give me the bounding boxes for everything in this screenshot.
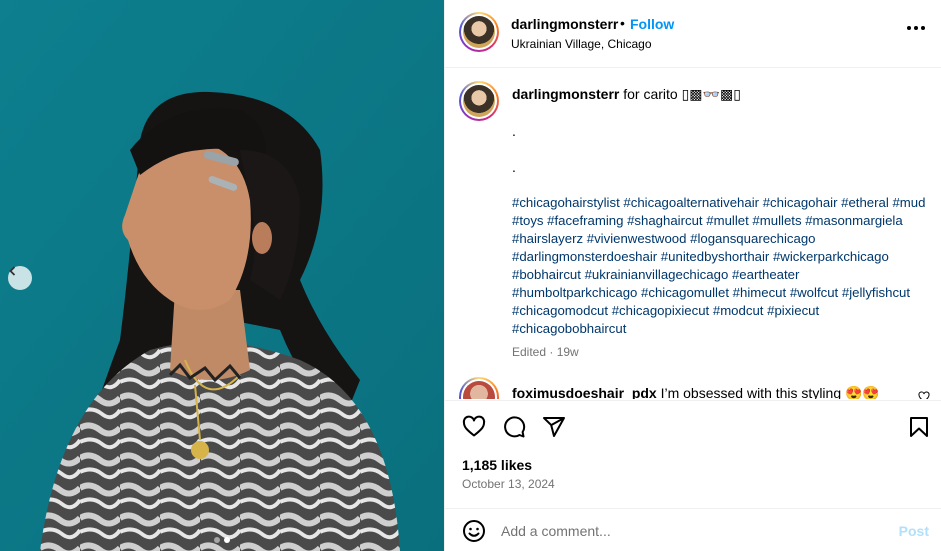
emoji-icon[interactable] <box>462 519 486 543</box>
edited-timestamp: Edited · 19w <box>512 345 579 359</box>
location-link[interactable]: Ukrainian Village, Chicago <box>511 37 652 51</box>
post-header: darlingmonsterr • Follow Ukrainian Villa… <box>445 0 941 68</box>
separator-dot: • <box>620 15 625 31</box>
bookmark-icon[interactable] <box>907 415 931 439</box>
action-bar <box>445 400 941 452</box>
like-count[interactable]: 1,185 likes <box>462 457 532 473</box>
comment-text: I’m obsessed with this styling 😍😍 <box>660 385 880 399</box>
add-comment-bar: Post <box>445 508 941 551</box>
avatar[interactable] <box>459 12 499 52</box>
carousel-prev-button[interactable] <box>8 266 32 290</box>
caption-username[interactable]: darlingmonsterr <box>512 86 619 102</box>
post-comment-button[interactable]: Post <box>899 523 929 539</box>
heart-icon[interactable] <box>462 415 486 439</box>
caption-dot: . <box>512 123 516 139</box>
comments-section[interactable]: darlingmonsterr for carito ▯▩👓▩▯ . . #ch… <box>445 69 941 399</box>
comment-icon[interactable] <box>502 415 526 439</box>
comment-avatar[interactable] <box>459 377 499 399</box>
post-date: October 13, 2024 <box>462 477 555 491</box>
caption-avatar[interactable] <box>459 81 499 121</box>
portrait-image <box>0 0 444 551</box>
post-photo[interactable] <box>0 0 444 551</box>
more-horizontal-icon[interactable] <box>907 26 925 30</box>
caption-dot: . <box>512 159 516 175</box>
follow-button[interactable]: Follow <box>630 16 674 32</box>
add-comment-input[interactable] <box>501 519 881 543</box>
comment: foximusdoeshair_pdx I’m obsessed with th… <box>512 385 880 399</box>
carousel-dot <box>214 537 220 543</box>
post-sidebar: darlingmonsterr • Follow Ukrainian Villa… <box>444 0 941 551</box>
hashtags[interactable]: #chicagohairstylist #chicagoalternativeh… <box>512 194 927 338</box>
caption: darlingmonsterr for carito ▯▩👓▩▯ <box>512 85 922 103</box>
comment-username[interactable]: foximusdoeshair_pdx <box>512 385 657 399</box>
chevron-left-icon <box>9 266 16 276</box>
comment-like-icon[interactable] <box>918 391 930 399</box>
send-icon[interactable] <box>542 415 566 439</box>
carousel-dot-active <box>224 537 230 543</box>
carousel-indicator <box>0 537 444 543</box>
username-link[interactable]: darlingmonsterr <box>511 16 618 32</box>
caption-text: for carito ▯▩👓▩▯ <box>623 86 741 102</box>
